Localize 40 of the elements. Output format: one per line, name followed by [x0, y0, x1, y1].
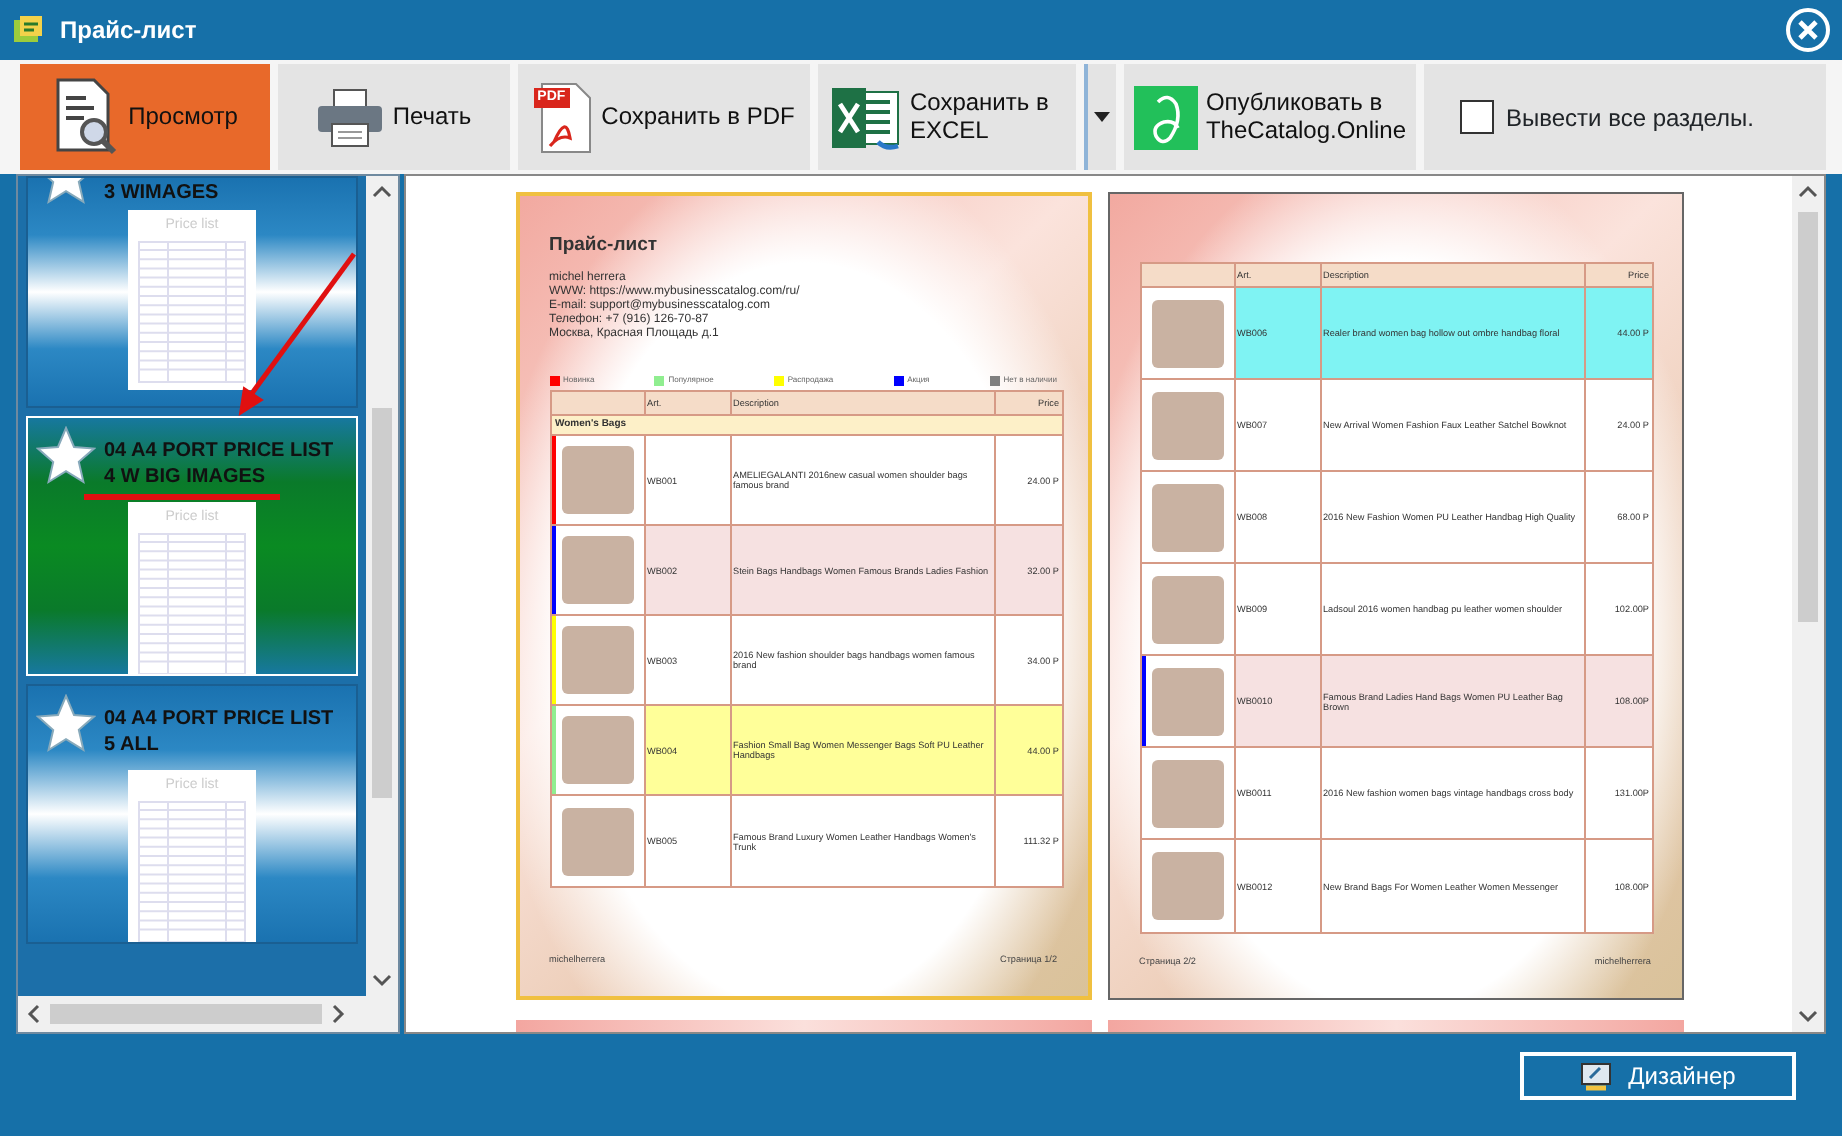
- photo-placeholder: [561, 626, 633, 695]
- photo-placeholder: [561, 446, 633, 515]
- vertical-scrollbar[interactable]: [366, 176, 398, 996]
- toolbar-button[interactable]: Печать: [278, 64, 510, 170]
- caret-icon: [1094, 111, 1110, 122]
- close-icon: [1786, 8, 1830, 52]
- photo-placeholder: [1151, 667, 1223, 735]
- photo-placeholder: [1151, 299, 1223, 367]
- checkbox[interactable]: [1460, 100, 1494, 134]
- photo-placeholder: [561, 536, 633, 605]
- photo-placeholder: [1151, 575, 1223, 643]
- star-icon: [36, 426, 96, 486]
- page-title: Прайс-лист: [549, 232, 660, 260]
- app-icon: [12, 14, 44, 46]
- vertical-scrollbar[interactable]: [1792, 176, 1824, 1032]
- scroll-thumb[interactable]: [1798, 212, 1818, 622]
- toolbar-button[interactable]: Опубликовать в TheCatalog.Online: [1124, 64, 1416, 170]
- designer-button[interactable]: Дизайнер: [1520, 1052, 1796, 1100]
- template-title: 04 A4 PORT PRICE LIST 5 ALL: [104, 706, 336, 758]
- photo-placeholder: [1151, 852, 1223, 920]
- close-button[interactable]: [1786, 8, 1830, 52]
- printer-icon: [316, 87, 385, 147]
- scroll-thumb[interactable]: [50, 1004, 322, 1024]
- scroll-thumb[interactable]: [372, 408, 392, 798]
- photo-placeholder: [1151, 759, 1223, 827]
- star-icon: [36, 694, 96, 754]
- script-logo-icon: [1133, 85, 1198, 149]
- photo-placeholder: [1151, 483, 1223, 551]
- photo-placeholder: [561, 807, 633, 876]
- photo-placeholder: [561, 716, 633, 785]
- horizontal-scrollbar[interactable]: [18, 996, 398, 1032]
- document-search-icon: [52, 77, 121, 157]
- template-title: 3 WIMAGES: [104, 180, 219, 206]
- dropdown-button[interactable]: [1084, 64, 1116, 170]
- template-title: 04 A4 PORT PRICE LIST 4 W BIG IMAGES: [104, 438, 336, 490]
- window-title: Прайс-лист: [60, 14, 197, 48]
- designer-icon: [1580, 1061, 1613, 1091]
- toolbar-button[interactable]: Сохранить в EXCEL: [818, 64, 1076, 170]
- photo-placeholder: [1151, 391, 1223, 459]
- toolbar-button[interactable]: Просмотр: [20, 64, 270, 170]
